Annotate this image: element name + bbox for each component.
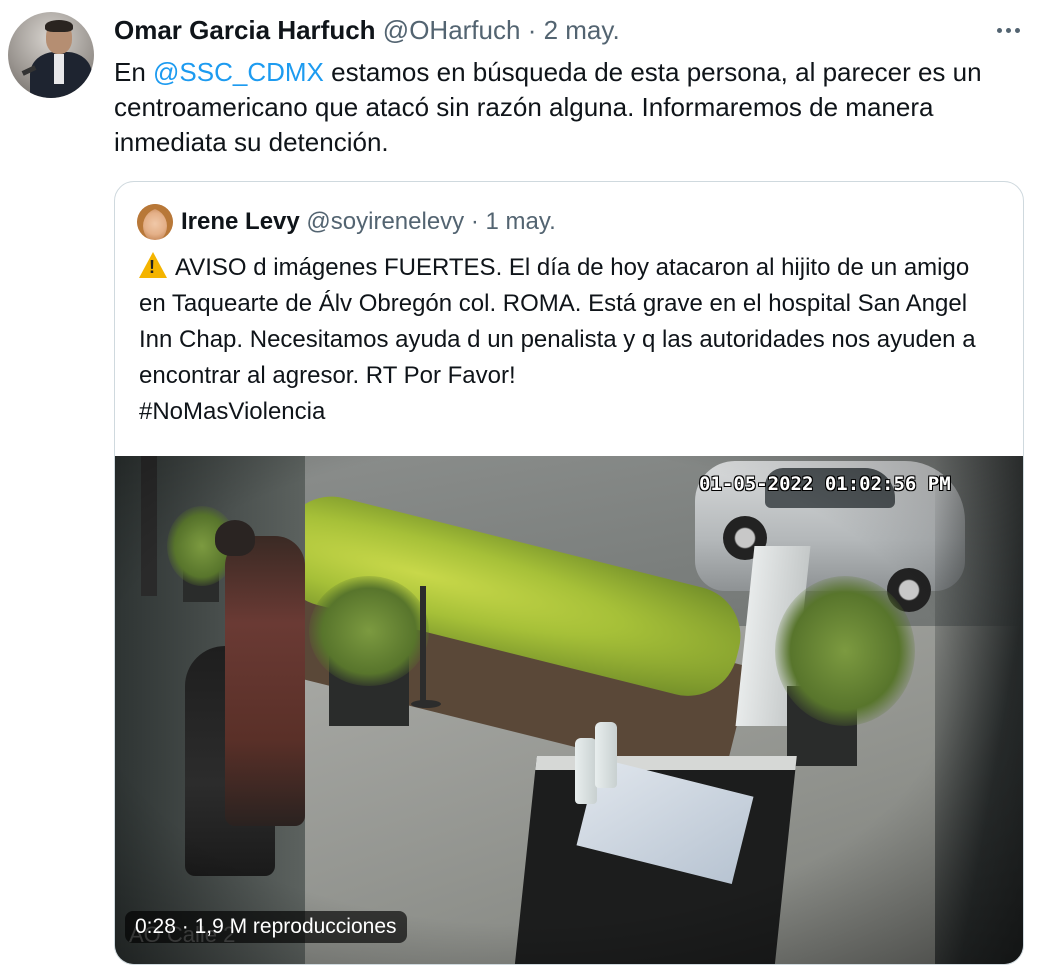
mention-link[interactable]: @SSC_CDMX (153, 57, 324, 87)
more-horizontal-icon (996, 27, 1002, 33)
quoted-tweet-date[interactable]: 1 may. (486, 208, 556, 235)
quoted-tweet-header: Irene Levy @soyirenelevy · 1 may. (181, 206, 556, 238)
quoted-author-name[interactable]: Irene Levy (181, 208, 300, 235)
avatar-shirt (54, 54, 64, 84)
tweet-text: En @SSC_CDMX estamos en búsqueda de esta… (114, 55, 1034, 160)
more-options-button[interactable] (990, 16, 1026, 44)
video-views-badge: 0:28 · 1,9 M reproducciones (125, 911, 407, 943)
avatar-hair (45, 20, 73, 32)
more-horizontal-icon (1014, 27, 1020, 33)
video-duration: 0:28 (135, 915, 176, 938)
quoted-author-avatar[interactable] (137, 204, 173, 240)
header-separator: · (527, 15, 537, 45)
video-badge-separator: · (181, 915, 189, 938)
tweet-header: Omar Garcia Harfuch @OHarfuch · 2 may. (114, 14, 620, 46)
quoted-tweet-card[interactable]: Irene Levy @soyirenelevy · 1 may. AVISO … (114, 181, 1024, 965)
quoted-tweet-text: AVISO d imágenes FUERTES. El día de hoy … (139, 250, 999, 430)
author-avatar[interactable] (8, 12, 94, 98)
tweet-date[interactable]: 2 may. (544, 15, 620, 45)
author-name[interactable]: Omar Garcia Harfuch (114, 15, 376, 45)
more-horizontal-icon (1005, 27, 1011, 33)
video-player[interactable]: 01-05-2022 01:02:56 PM AO Calle 2 0:28 ·… (115, 456, 1023, 964)
quoted-header-separator: · (470, 208, 479, 235)
quoted-author-handle[interactable]: @soyirenelevy (306, 208, 464, 235)
tweet-text-before: En (114, 57, 154, 87)
quoted-text-body: AVISO d imágenes FUERTES. El día de hoy … (139, 254, 976, 389)
author-handle[interactable]: @OHarfuch (383, 15, 521, 45)
video-timestamp: 01-05-2022 01:02:56 PM (699, 473, 951, 495)
hashtag-link[interactable]: #NoMasViolencia (139, 398, 325, 425)
quoted-avatar-hair (137, 204, 173, 240)
video-view-count: 1,9 M reproducciones (194, 915, 397, 938)
video-vignette (115, 456, 1023, 964)
warning-emoji-icon (139, 252, 167, 278)
